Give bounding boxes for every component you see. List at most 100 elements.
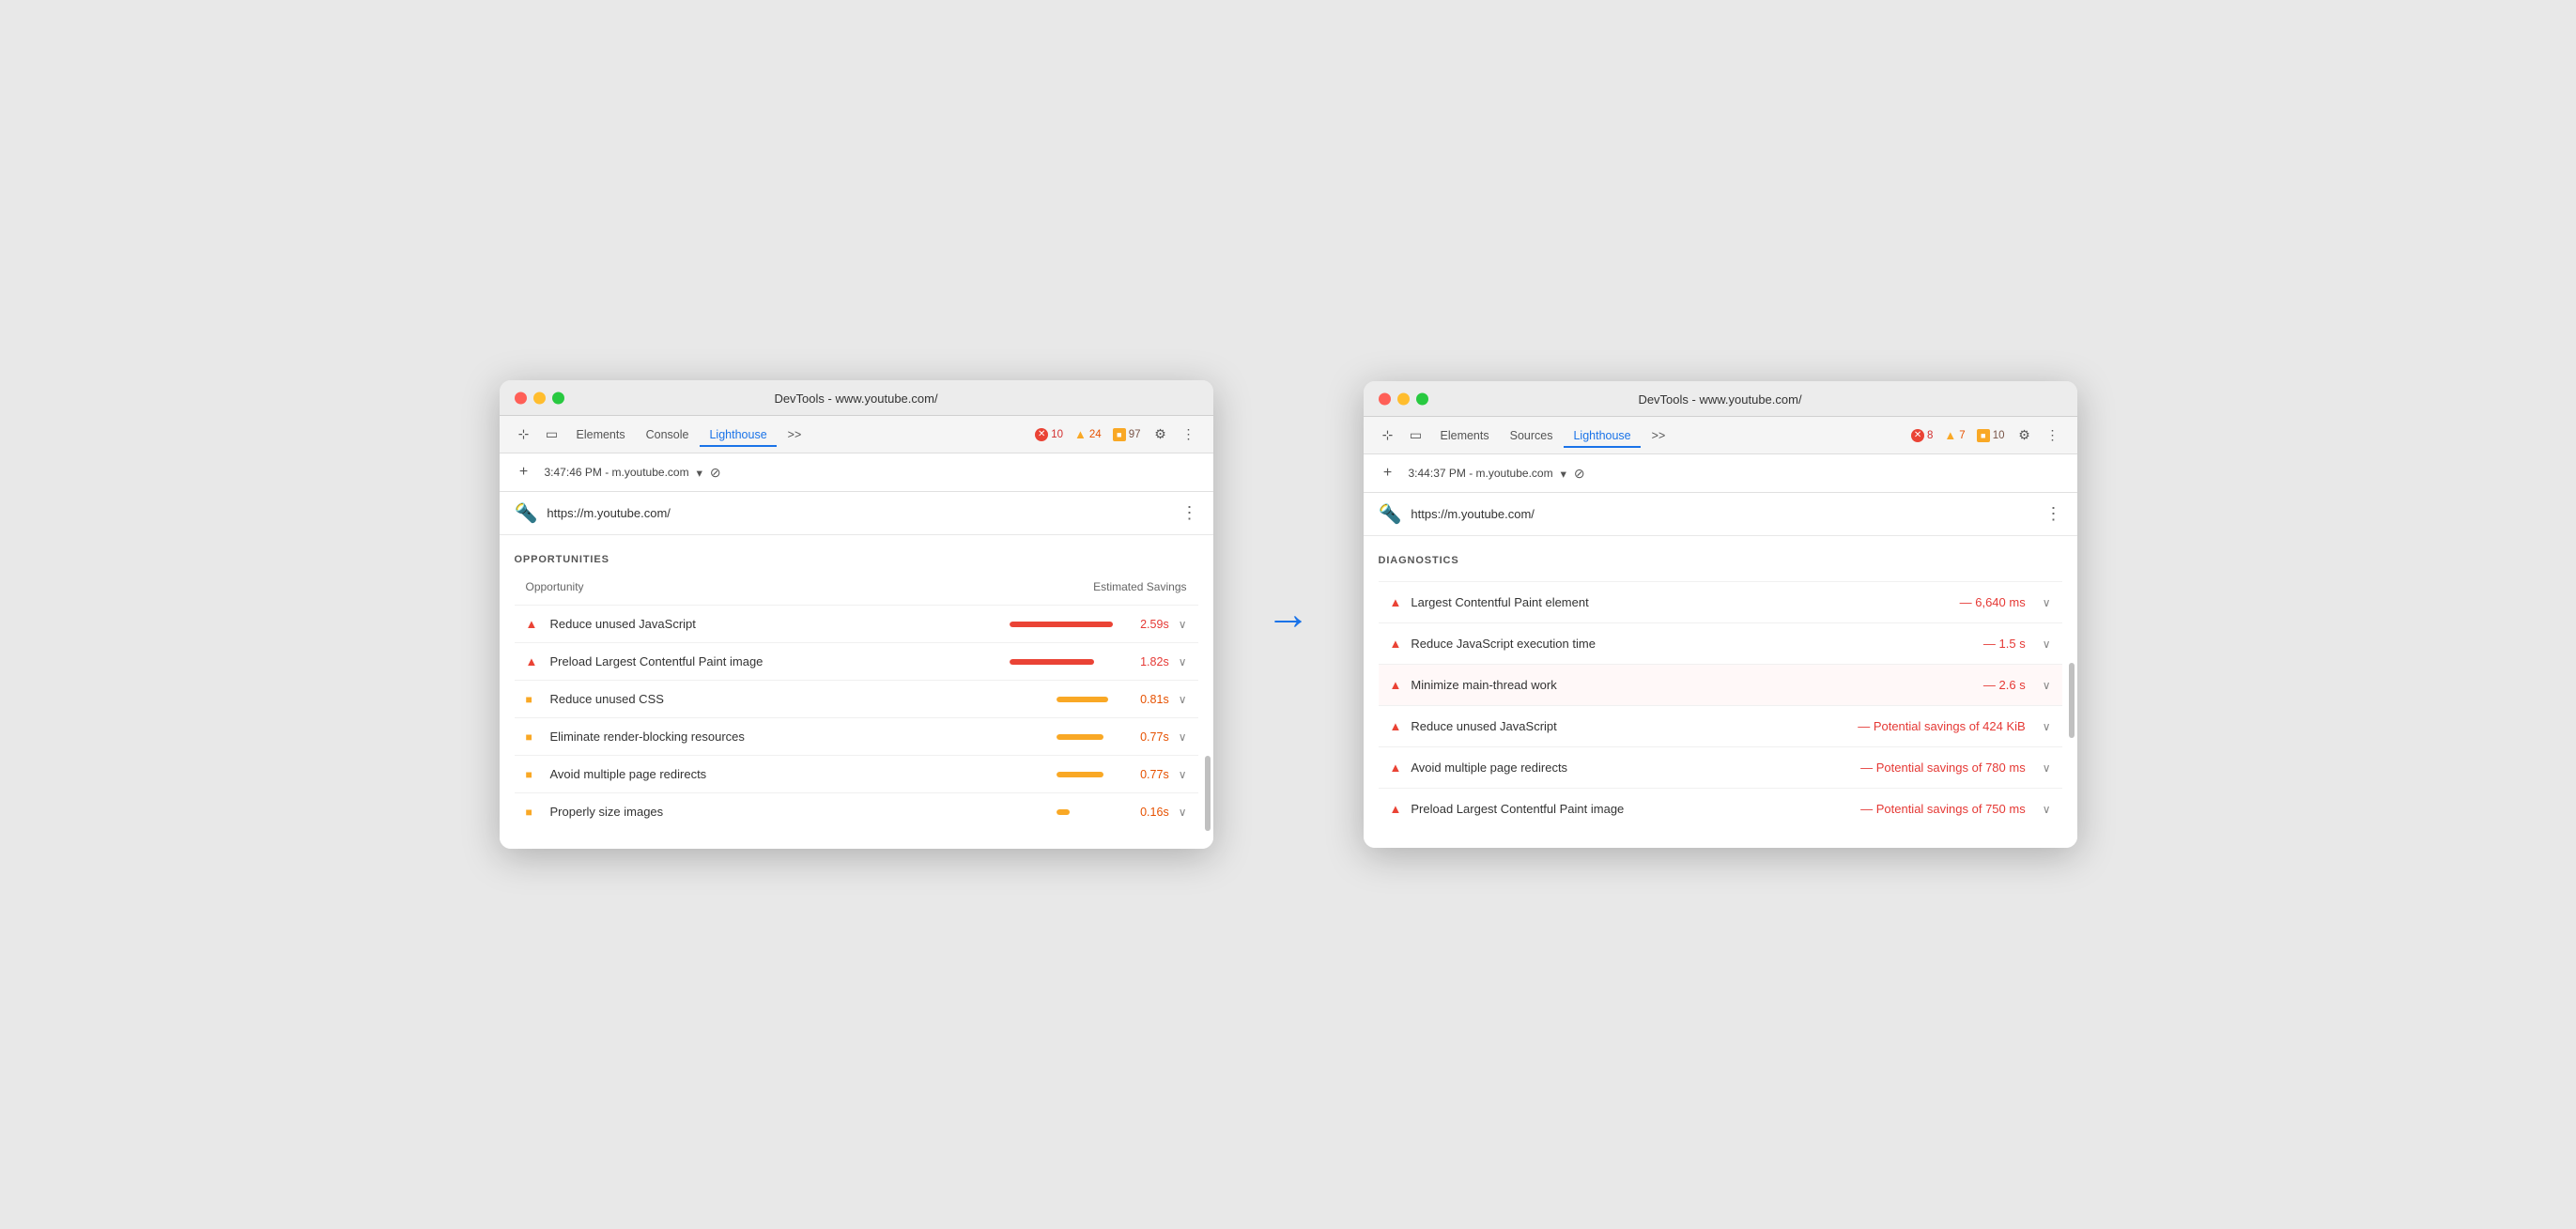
right-devtools-window: DevTools - www.youtube.com/ ⊹ ▭ Elements… (1364, 381, 2077, 848)
right-tab-sources[interactable]: Sources (1501, 423, 1563, 448)
error-count: 10 (1051, 429, 1063, 440)
right-lighthouse-icon: 🔦 (1379, 502, 1402, 526)
opp-savings-2: 0.81s (1132, 693, 1169, 706)
diag-row-5: ▲ Preload Largest Contentful Paint image… (1379, 788, 2062, 829)
left-traffic-lights (515, 392, 564, 404)
diag-label-0: Largest Contentful Paint element (1411, 595, 1950, 609)
left-title-bar: DevTools - www.youtube.com/ (500, 380, 1213, 416)
left-time: 3:47:46 PM - m.youtube.com (545, 466, 689, 479)
right-add-tab-icon[interactable]: + (1375, 460, 1401, 486)
expand-2[interactable]: ∨ (1179, 693, 1187, 706)
right-error-icon: ✕ (1911, 429, 1924, 442)
left-window-title: DevTools - www.youtube.com/ (774, 392, 937, 406)
opp-bar-4 (1057, 772, 1122, 777)
right-warning-count: 7 (1959, 430, 1965, 441)
no-entry-icon[interactable]: ⊘ (710, 465, 721, 481)
opp-savings-3: 0.77s (1132, 730, 1169, 744)
right-expand-4[interactable]: ∨ (2043, 761, 2051, 775)
diag-icon-3: ▲ (1390, 719, 1402, 733)
diag-value-3: — Potential savings of 424 KiB (1858, 719, 2026, 733)
opp-row-3: ■ Eliminate render-blocking resources 0.… (515, 717, 1198, 755)
right-expand-5[interactable]: ∨ (2043, 803, 2051, 816)
right-window-title: DevTools - www.youtube.com/ (1638, 392, 1801, 407)
right-expand-0[interactable]: ∨ (2043, 596, 2051, 609)
expand-3[interactable]: ∨ (1179, 730, 1187, 744)
right-cursor-icon[interactable]: ⊹ (1375, 422, 1401, 449)
dropdown-icon[interactable]: ▾ (697, 466, 702, 480)
tab-console[interactable]: Console (637, 422, 699, 447)
right-info-icon: ■ (1977, 429, 1990, 442)
left-scrollbar-thumb (1205, 756, 1211, 831)
right-more-icon[interactable]: ⋮ (2040, 422, 2066, 449)
diag-icon-5: ▲ (1390, 802, 1402, 816)
left-lh-header: 🔦 https://m.youtube.com/ ⋮ (500, 492, 1213, 535)
close-button[interactable] (515, 392, 527, 404)
right-close-button[interactable] (1379, 392, 1391, 405)
right-maximize-button[interactable] (1416, 392, 1428, 405)
expand-5[interactable]: ∨ (1179, 806, 1187, 819)
left-more-button[interactable]: ⋮ (1181, 503, 1198, 523)
expand-1[interactable]: ∨ (1179, 655, 1187, 668)
right-badge-info[interactable]: ■ 10 (1972, 427, 2010, 444)
tab-elements[interactable]: Elements (567, 422, 635, 447)
badge-info[interactable]: ■ 97 (1108, 426, 1146, 443)
left-content: OPPORTUNITIES Opportunity Estimated Savi… (500, 535, 1213, 849)
right-expand-1[interactable]: ∨ (2043, 638, 2051, 651)
device-icon[interactable]: ▭ (539, 422, 565, 448)
opp-label-2: Reduce unused CSS (550, 692, 1047, 706)
diag-row-4: ▲ Avoid multiple page redirects — Potent… (1379, 746, 2062, 788)
diag-row-3: ▲ Reduce unused JavaScript — Potential s… (1379, 705, 2062, 746)
right-more-button[interactable]: ⋮ (2045, 504, 2062, 524)
opp-label-1: Preload Largest Contentful Paint image (550, 654, 1000, 668)
right-tab-elements[interactable]: Elements (1431, 423, 1499, 448)
opp-label-5: Properly size images (550, 805, 1047, 819)
warning-triangle-1: ▲ (526, 654, 541, 668)
right-scrollbar[interactable] (2068, 569, 2075, 848)
maximize-button[interactable] (552, 392, 564, 404)
right-minimize-button[interactable] (1397, 392, 1410, 405)
right-traffic-lights (1379, 392, 1428, 405)
badge-warnings[interactable]: ▲ 24 (1070, 425, 1106, 443)
opp-row-4: ■ Avoid multiple page redirects 0.77s ∨ (515, 755, 1198, 792)
opp-bar-5 (1057, 809, 1122, 815)
tab-more[interactable]: >> (779, 422, 811, 447)
opp-bar-1 (1010, 659, 1122, 665)
right-time: 3:44:37 PM - m.youtube.com (1409, 467, 1553, 480)
diag-row-1: ▲ Reduce JavaScript execution time — 1.5… (1379, 622, 2062, 664)
right-no-entry-icon[interactable]: ⊘ (1574, 466, 1585, 482)
minimize-button[interactable] (533, 392, 546, 404)
more-icon[interactable]: ⋮ (1176, 422, 1202, 448)
diag-value-2: — 2.6 s (1983, 678, 2026, 692)
right-tab-lighthouse[interactable]: Lighthouse (1564, 423, 1640, 448)
right-expand-3[interactable]: ∨ (2043, 720, 2051, 733)
badge-errors[interactable]: ✕ 10 (1030, 426, 1068, 443)
right-settings-icon[interactable]: ⚙ (2012, 422, 2038, 449)
col-left: Opportunity (526, 580, 584, 593)
right-badge-warnings[interactable]: ▲ 7 (1939, 426, 1969, 444)
right-dropdown-icon[interactable]: ▾ (1561, 467, 1566, 481)
diag-label-4: Avoid multiple page redirects (1411, 760, 1851, 775)
diag-label-2: Minimize main-thread work (1411, 678, 1974, 692)
opp-label-4: Avoid multiple page redirects (550, 767, 1047, 781)
cursor-icon[interactable]: ⊹ (511, 422, 537, 448)
left-scrollbar[interactable] (1204, 568, 1211, 849)
right-expand-2[interactable]: ∨ (2043, 679, 2051, 692)
settings-icon[interactable]: ⚙ (1148, 422, 1174, 448)
right-tab-more[interactable]: >> (1643, 423, 1675, 448)
expand-0[interactable]: ∨ (1179, 618, 1187, 631)
diag-icon-4: ▲ (1390, 760, 1402, 775)
warning-triangle-0: ▲ (526, 617, 541, 631)
diag-icon-0: ▲ (1390, 595, 1402, 609)
expand-4[interactable]: ∨ (1179, 768, 1187, 781)
right-section-title: DIAGNOSTICS (1379, 555, 2062, 566)
opp-label-0: Reduce unused JavaScript (550, 617, 1000, 631)
opp-savings-5: 0.16s (1132, 806, 1169, 819)
right-title-bar: DevTools - www.youtube.com/ (1364, 381, 2077, 417)
left-section-title: OPPORTUNITIES (515, 554, 1198, 565)
add-tab-icon[interactable]: + (511, 459, 537, 485)
right-address-bar: + 3:44:37 PM - m.youtube.com ▾ ⊘ (1364, 454, 2077, 493)
tab-lighthouse[interactable]: Lighthouse (700, 422, 776, 447)
right-device-icon[interactable]: ▭ (1403, 422, 1429, 449)
right-badge-errors[interactable]: ✕ 8 (1906, 427, 1937, 444)
opp-bar-2 (1057, 697, 1122, 702)
